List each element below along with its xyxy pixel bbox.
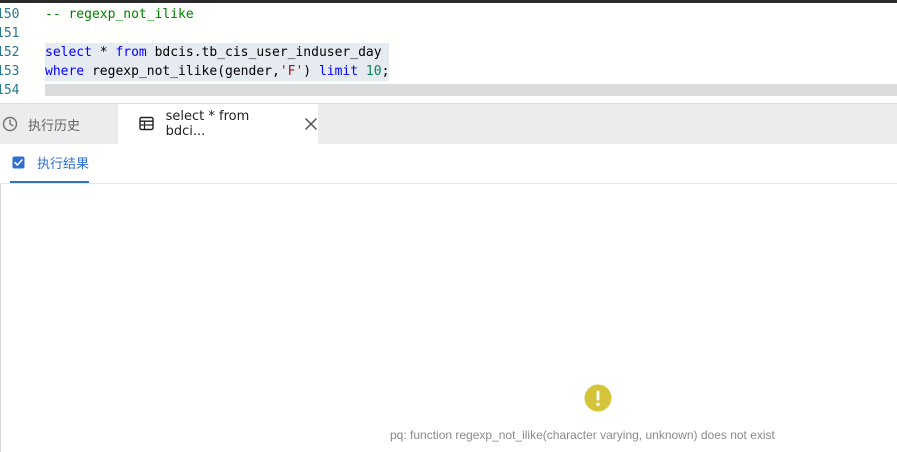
keyword-limit: limit [318,64,359,79]
warning-icon [584,384,612,412]
editor-line-152[interactable]: 152 select * from bdcis.tb_cis_user_indu… [0,43,897,62]
string-literal: 'F' [279,64,304,79]
limit-number: 10 [365,64,382,79]
error-message: pq: function regexp_not_ilike(character … [390,428,775,442]
tab-query-result[interactable]: select * from bdci... [118,104,318,144]
semicolon: ; [381,64,390,79]
tab-label: 执行历史 [28,118,81,134]
result-tab-bar: 执行历史 select * from bdci... [0,103,897,144]
line-number: 151 [0,26,20,41]
keyword-select: select [45,45,92,60]
line-number: 153 [0,64,20,79]
clock-history-icon [2,116,18,132]
tab-label: select * from bdci... [165,109,250,139]
subtab-label: 执行结果 [37,156,90,172]
table-icon [139,116,155,132]
function-call: regexp_not_ilike(gender, [91,64,280,79]
line-number: 152 [0,45,20,60]
panel-left-border [0,184,1,452]
keyword-from: from [115,45,147,60]
sql-select-statement: select * from bdcis.tb_cis_user_induser_… [45,43,390,62]
checkbox-icon [12,156,25,169]
editor-top-border [0,0,897,3]
line-number: 150 [0,7,20,22]
sql-star: * [99,45,108,60]
close-paren: ) [303,64,312,79]
sql-where-clause: where regexp_not_ilike(gender,'F') limit… [45,62,390,81]
line-number: 154 [0,83,20,98]
editor-line-151[interactable]: 151 [0,24,897,43]
subtab-execution-result[interactable]: 执行结果 [10,143,89,183]
editor-line-153[interactable]: 153 where regexp_not_ilike(gender,'F') l… [0,62,897,81]
result-subtabs: 执行结果 [0,143,897,184]
sql-comment: -- regexp_not_ilike [45,7,194,22]
table-name: bdcis.tb_cis_user_induser_day [154,45,382,60]
keyword-where: where [45,64,85,79]
tab-execution-history[interactable]: 执行历史 [0,104,118,144]
editor-line-154[interactable]: 154 [0,81,897,100]
close-icon[interactable] [304,117,318,131]
sql-editor[interactable]: 150 -- regexp_not_ilike 151 152 select *… [0,0,897,103]
editor-line-150[interactable]: 150 -- regexp_not_ilike [0,5,897,24]
